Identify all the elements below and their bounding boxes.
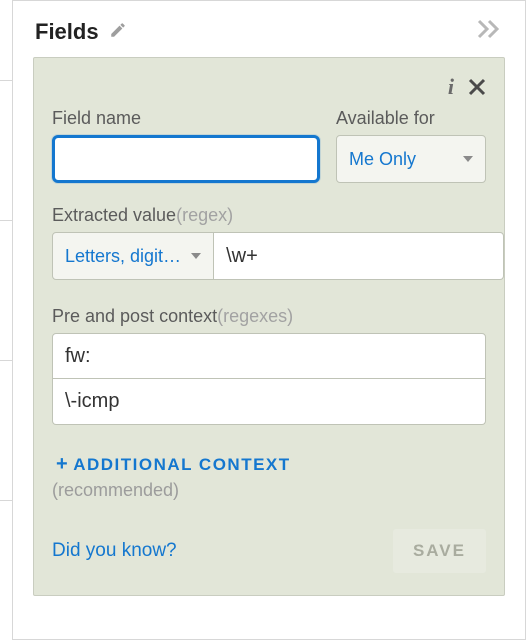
collapse-icon[interactable] <box>477 19 503 45</box>
pre-context-input[interactable] <box>52 333 486 379</box>
ruler-ticks <box>0 80 12 640</box>
edit-icon[interactable] <box>109 21 127 44</box>
add-additional-context-button[interactable]: +Additional Context <box>56 455 291 474</box>
extracted-value-label: Extracted value(regex) <box>52 205 486 226</box>
close-icon[interactable] <box>468 78 486 96</box>
field-editor-card: i Field name Available for Me Only Extra… <box>33 57 505 596</box>
extracted-preset-select[interactable]: Letters, digit… <box>52 232 214 280</box>
available-for-select[interactable]: Me Only <box>336 135 486 183</box>
recommended-hint: (recommended) <box>52 480 486 501</box>
panel-header: Fields <box>13 1 525 57</box>
available-for-label: Available for <box>336 108 486 129</box>
post-context-input[interactable] <box>52 379 486 425</box>
extracted-preset-value: Letters, digit… <box>65 246 181 267</box>
chevron-down-icon <box>463 156 473 162</box>
context-label: Pre and post context(regexes) <box>52 306 486 327</box>
fields-panel: Fields i Field name Available for Me <box>12 0 526 640</box>
chevron-down-icon <box>191 253 201 259</box>
save-button[interactable]: SAVE <box>393 529 486 573</box>
did-you-know-link[interactable]: Did you know? <box>52 540 177 562</box>
available-for-value: Me Only <box>349 149 416 170</box>
plus-icon: + <box>56 453 69 475</box>
panel-title: Fields <box>35 19 99 45</box>
extracted-regex-input[interactable] <box>214 232 504 280</box>
info-icon[interactable]: i <box>448 74 454 100</box>
field-name-input[interactable] <box>52 135 320 183</box>
field-name-label: Field name <box>52 108 320 129</box>
